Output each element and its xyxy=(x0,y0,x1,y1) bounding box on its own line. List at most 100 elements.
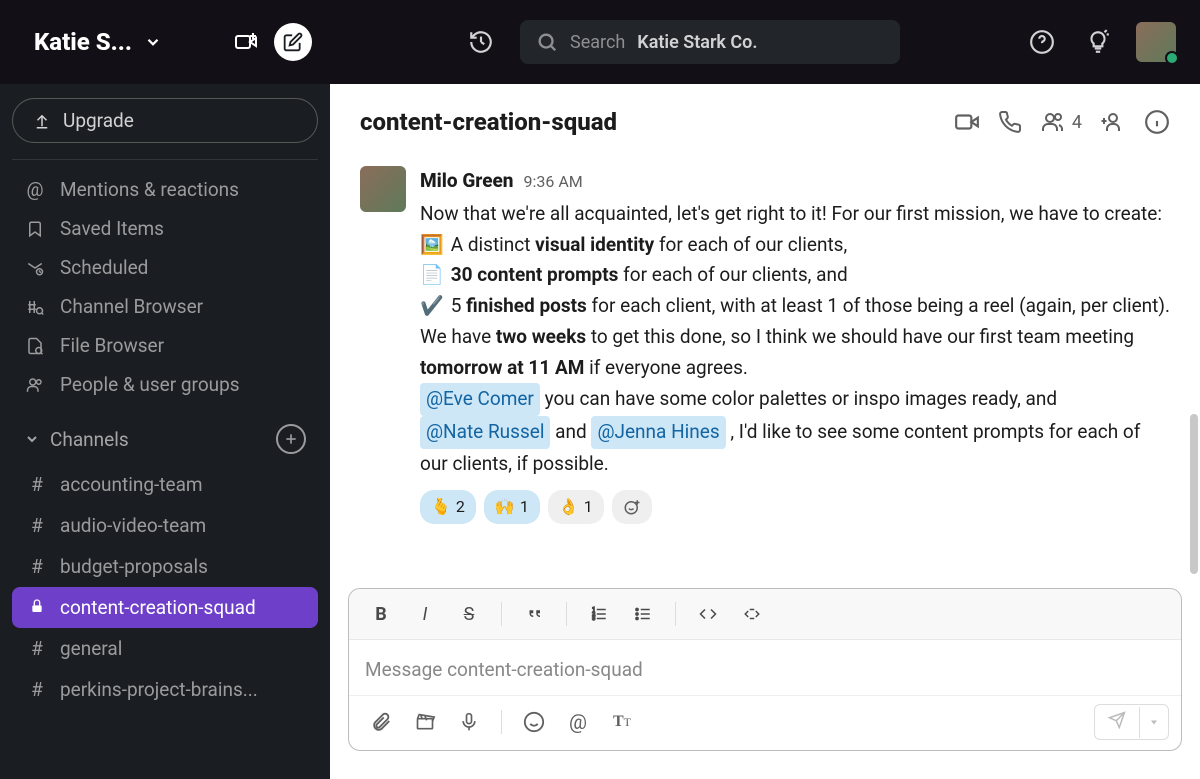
hash-icon: # xyxy=(28,473,46,496)
message-input[interactable]: Message content-creation-squad xyxy=(349,640,1181,695)
code-button[interactable] xyxy=(688,597,728,631)
channel-accounting-team[interactable]: #accounting-team xyxy=(12,464,318,505)
upgrade-label: Upgrade xyxy=(63,109,134,132)
mention-button[interactable]: @ xyxy=(558,705,598,739)
sidebar-scroll[interactable]: Upgrade @ Mentions & reactions Saved Ite… xyxy=(0,84,330,779)
reaction-count: 1 xyxy=(584,494,593,520)
new-message-button[interactable] xyxy=(274,23,312,61)
italic-button[interactable]: I xyxy=(405,597,445,631)
message-author[interactable]: Milo Green xyxy=(420,166,514,197)
channel-details-button[interactable] xyxy=(1144,109,1170,135)
picture-emoji: 🖼️ xyxy=(420,230,446,261)
channel-perkins-project-brains...[interactable]: #perkins-project-brains... xyxy=(12,669,318,710)
send-options-button[interactable] xyxy=(1139,707,1168,738)
action-toolbar: @ TT xyxy=(349,695,1181,750)
video-clip-button[interactable] xyxy=(405,705,445,739)
message-body: Milo Green 9:36 AM Now that we're all ac… xyxy=(420,166,1170,524)
chevron-down-icon xyxy=(144,33,162,51)
bold-button[interactable]: B xyxy=(361,597,401,631)
user-avatar[interactable] xyxy=(1136,22,1176,62)
add-reaction-icon xyxy=(623,498,641,516)
message-avatar[interactable] xyxy=(360,166,406,212)
nav-saved[interactable]: Saved Items xyxy=(12,209,318,248)
upgrade-button[interactable]: Upgrade xyxy=(12,98,318,143)
channel-audio-video-team[interactable]: #audio-video-team xyxy=(12,505,318,546)
video-call-button[interactable] xyxy=(954,109,980,135)
channel-header: content-creation-squad 4 xyxy=(330,84,1200,154)
formatting-toggle-button[interactable]: TT xyxy=(602,705,642,739)
codeblock-button[interactable] xyxy=(732,597,772,631)
search-bar[interactable]: Search Katie Stark Co. xyxy=(520,20,900,64)
channel-label: perkins-project-brains... xyxy=(60,678,258,701)
nav-mentions[interactable]: @ Mentions & reactions xyxy=(12,170,318,209)
scrollbar-thumb[interactable] xyxy=(1190,414,1198,574)
people-icon xyxy=(24,376,46,394)
history-icon xyxy=(468,29,494,55)
add-reaction-button[interactable] xyxy=(612,490,652,524)
channel-label: general xyxy=(60,637,122,660)
search-icon xyxy=(536,31,558,53)
workspace-switcher[interactable]: Katie S... xyxy=(34,28,218,56)
mention-eve[interactable]: @Eve Comer xyxy=(420,383,540,416)
code-icon xyxy=(698,605,718,623)
reaction[interactable]: 🫰2 xyxy=(420,490,476,524)
upload-icon xyxy=(33,112,51,130)
paperclip-icon xyxy=(370,711,392,733)
send-icon xyxy=(1107,711,1127,729)
type-icon: TT xyxy=(613,713,631,731)
hash-icon: # xyxy=(28,514,46,537)
message-list[interactable]: Milo Green 9:36 AM Now that we're all ac… xyxy=(330,154,1200,588)
history-button[interactable] xyxy=(462,23,500,61)
members-button[interactable]: 4 xyxy=(1040,110,1082,134)
send-button[interactable] xyxy=(1095,705,1139,739)
format-toolbar: B I S 123 xyxy=(349,589,1181,640)
presence-indicator xyxy=(1165,51,1179,65)
divider xyxy=(12,159,318,160)
reaction[interactable]: 👌1 xyxy=(548,490,604,524)
quote-button[interactable] xyxy=(514,597,554,631)
mic-icon xyxy=(459,711,479,733)
separator xyxy=(566,602,567,626)
info-icon xyxy=(1144,109,1170,135)
mention-nate[interactable]: @Nate Russel xyxy=(420,416,550,449)
video-plus-icon xyxy=(234,30,258,54)
message: Milo Green 9:36 AM Now that we're all ac… xyxy=(360,154,1170,524)
phone-call-button[interactable] xyxy=(998,110,1022,134)
video-icon xyxy=(954,109,980,135)
channel-browser-icon xyxy=(24,298,46,316)
ordered-list-button[interactable]: 123 xyxy=(579,597,619,631)
audio-clip-button[interactable] xyxy=(449,705,489,739)
channels-section-header[interactable]: Channels xyxy=(12,404,318,464)
channel-budget-proposals[interactable]: #budget-proposals xyxy=(12,546,318,587)
attach-button[interactable] xyxy=(361,705,401,739)
member-count: 4 xyxy=(1072,112,1082,133)
huddle-button[interactable] xyxy=(228,24,264,60)
channel-title[interactable]: content-creation-squad xyxy=(360,108,936,136)
add-people-button[interactable] xyxy=(1100,110,1126,134)
ol-icon: 123 xyxy=(589,605,609,623)
separator xyxy=(501,602,502,626)
reaction[interactable]: 🙌1 xyxy=(484,490,540,524)
nav-file-browser[interactable]: File Browser xyxy=(12,326,318,365)
members-icon xyxy=(1040,110,1066,134)
add-channel-button[interactable] xyxy=(276,424,306,454)
sidebar: Katie S... Upgrade @ Mentions & reaction… xyxy=(0,0,330,779)
whats-new-button[interactable] xyxy=(1080,24,1116,60)
main: Search Katie Stark Co. content-creation-… xyxy=(330,0,1200,779)
nav-people[interactable]: People & user groups xyxy=(12,365,318,404)
mention-jenna[interactable]: @Jenna Hines xyxy=(591,416,725,449)
unordered-list-button[interactable] xyxy=(623,597,663,631)
nav-channel-browser[interactable]: Channel Browser xyxy=(12,287,318,326)
reaction-count: 2 xyxy=(456,494,465,520)
search-org: Katie Stark Co. xyxy=(637,32,757,53)
strike-button[interactable]: S xyxy=(449,597,489,631)
emoji-button[interactable] xyxy=(514,705,554,739)
channel-general[interactable]: #general xyxy=(12,628,318,669)
channel-list: #accounting-team#audio-video-team#budget… xyxy=(12,464,318,710)
plus-icon xyxy=(283,431,299,447)
help-button[interactable] xyxy=(1024,24,1060,60)
search-placeholder: Search xyxy=(570,32,625,53)
topbar: Search Katie Stark Co. xyxy=(330,0,1200,84)
nav-scheduled[interactable]: Scheduled xyxy=(12,248,318,287)
channel-content-creation-squad[interactable]: content-creation-squad xyxy=(12,587,318,628)
